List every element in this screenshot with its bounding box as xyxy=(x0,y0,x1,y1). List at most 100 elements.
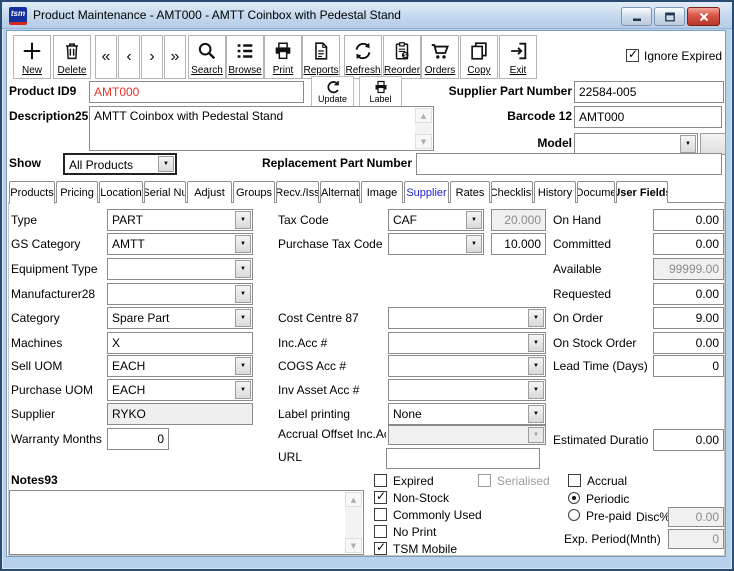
inv-asset-acc-select[interactable]: ▼ xyxy=(388,379,546,401)
on-order-input[interactable]: 9.00 xyxy=(653,307,724,329)
reorder-button[interactable]: $ Reorder xyxy=(383,35,421,79)
notes-scrollbar[interactable]: ▲ ▼ xyxy=(345,492,362,553)
print-button[interactable]: Print xyxy=(264,35,302,79)
barcode-input[interactable]: AMT000 xyxy=(574,106,722,128)
warranty-months-input[interactable]: 0 xyxy=(107,428,169,450)
commonly-used-checkbox[interactable] xyxy=(374,508,387,521)
committed-input[interactable]: 0.00 xyxy=(653,233,724,255)
dropdown-arrow-icon[interactable]: ▼ xyxy=(466,211,482,229)
replacement-part-input[interactable] xyxy=(416,153,722,175)
non-stock-checkbox[interactable]: ✓ xyxy=(374,491,387,504)
reports-button[interactable]: Reports xyxy=(302,35,340,79)
copy-button[interactable]: Copy xyxy=(460,35,498,79)
dropdown-arrow-icon[interactable]: ▼ xyxy=(235,211,251,229)
tab-image[interactable]: Image xyxy=(361,181,403,203)
cogs-acc-select[interactable]: ▼ xyxy=(388,355,546,377)
purchase-tax-rate-input[interactable]: 10.000 xyxy=(491,233,546,255)
tab-adjust[interactable]: Adjust xyxy=(187,181,232,203)
on-hand-input[interactable]: 0.00 xyxy=(653,209,724,231)
browse-button[interactable]: Browse xyxy=(226,35,264,79)
manufacturer-select[interactable]: ▼ xyxy=(107,283,253,305)
next-record-button[interactable]: › xyxy=(141,35,163,79)
tab-documents[interactable]: Docume xyxy=(577,181,615,203)
sell-uom-select[interactable]: EACH▼ xyxy=(107,355,253,377)
tab-recv-iss[interactable]: Recv./Iss xyxy=(276,181,319,203)
first-record-button[interactable]: « xyxy=(95,35,117,79)
tsm-mobile-checkbox[interactable]: ✓ xyxy=(374,542,387,555)
label-printing-select[interactable]: None▼ xyxy=(388,403,546,425)
tab-history[interactable]: History xyxy=(534,181,576,203)
lead-time-input[interactable]: 0 xyxy=(653,355,724,377)
dropdown-arrow-icon[interactable]: ▼ xyxy=(528,309,544,327)
gs-category-select[interactable]: AMTT▼ xyxy=(107,233,253,255)
exit-button[interactable]: Exit xyxy=(499,35,537,79)
tab-location[interactable]: Location xyxy=(99,181,143,203)
dropdown-arrow-icon[interactable]: ▼ xyxy=(528,405,544,423)
accrual-checkbox[interactable] xyxy=(568,474,581,487)
label-button[interactable]: Label xyxy=(359,76,402,107)
equipment-type-select[interactable]: ▼ xyxy=(107,258,253,280)
tab-supplier[interactable]: Supplier xyxy=(404,181,449,203)
model-browse-button[interactable] xyxy=(700,133,726,155)
show-select[interactable]: All Products ▼ xyxy=(63,153,177,175)
title-bar[interactable]: tsm Product Maintenance - AMT000 - AMTT … xyxy=(2,2,732,29)
orders-button[interactable]: Orders xyxy=(421,35,459,79)
minimize-button[interactable] xyxy=(621,7,652,26)
requested-input[interactable]: 0.00 xyxy=(653,283,724,305)
model-select[interactable]: ▼ xyxy=(574,133,698,155)
dropdown-arrow-icon[interactable]: ▼ xyxy=(466,235,482,253)
ignore-expired-checkbox[interactable]: ✓ xyxy=(626,49,639,62)
dropdown-arrow-icon[interactable]: ▼ xyxy=(235,357,251,375)
dropdown-arrow-icon[interactable]: ▼ xyxy=(528,334,544,352)
tab-serial-numbers[interactable]: Serial Nu xyxy=(144,181,186,203)
url-input[interactable] xyxy=(386,448,540,469)
dropdown-arrow-icon[interactable]: ▼ xyxy=(235,285,251,303)
prepaid-radio[interactable] xyxy=(568,509,580,521)
purchase-tax-code-label: Purchase Tax Code xyxy=(278,233,383,255)
last-record-button[interactable]: » xyxy=(164,35,186,79)
dropdown-arrow-icon[interactable]: ▼ xyxy=(528,381,544,399)
supplier-part-input[interactable]: 22584-005 xyxy=(574,81,724,103)
cost-centre-select[interactable]: ▼ xyxy=(388,307,546,329)
on-stock-order-input[interactable]: 0.00 xyxy=(653,332,724,354)
tab-rates[interactable]: Rates xyxy=(450,181,490,203)
close-button[interactable] xyxy=(687,7,720,26)
tab-groups[interactable]: Groups xyxy=(233,181,275,203)
notes-textarea[interactable]: ▲ ▼ xyxy=(9,490,364,555)
dropdown-arrow-icon[interactable]: ▼ xyxy=(235,260,251,278)
update-button[interactable]: Update xyxy=(311,76,354,107)
product-id-input[interactable]: AMT000 xyxy=(89,81,304,103)
check-mark: ✓ xyxy=(376,489,386,503)
no-print-checkbox[interactable] xyxy=(374,525,387,538)
category-select[interactable]: Spare Part▼ xyxy=(107,307,253,329)
previous-record-button[interactable]: ‹ xyxy=(118,35,140,79)
scroll-up-icon[interactable]: ▲ xyxy=(345,492,362,507)
tab-user-fields[interactable]: User Fields xyxy=(616,181,668,203)
estimated-duration-input[interactable]: 0.00 xyxy=(653,429,724,451)
purchase-uom-select[interactable]: EACH▼ xyxy=(107,379,253,401)
dropdown-arrow-icon[interactable]: ▼ xyxy=(680,135,696,153)
dropdown-arrow-icon[interactable]: ▼ xyxy=(235,309,251,327)
inc-acc-select[interactable]: ▼ xyxy=(388,332,546,354)
tab-products[interactable]: Products xyxy=(9,181,55,204)
tab-alternate[interactable]: Alternat xyxy=(320,181,360,203)
description-textarea[interactable]: AMTT Coinbox with Pedestal Stand ▲ ▼ xyxy=(89,106,434,151)
expired-checkbox[interactable] xyxy=(374,474,387,487)
refresh-button[interactable]: Refresh xyxy=(344,35,382,79)
dropdown-arrow-icon[interactable]: ▼ xyxy=(158,156,174,172)
dropdown-arrow-icon[interactable]: ▼ xyxy=(235,235,251,253)
tab-pricing[interactable]: Pricing xyxy=(56,181,98,203)
dropdown-arrow-icon[interactable]: ▼ xyxy=(528,357,544,375)
periodic-radio[interactable] xyxy=(568,492,580,504)
type-select[interactable]: PART▼ xyxy=(107,209,253,231)
tab-checklist[interactable]: Checklist xyxy=(491,181,533,203)
machines-input[interactable]: X xyxy=(107,332,253,354)
maximize-button[interactable] xyxy=(654,7,685,26)
purchase-tax-code-select[interactable]: ▼ xyxy=(388,233,484,255)
dropdown-arrow-icon[interactable]: ▼ xyxy=(235,381,251,399)
new-button[interactable]: New xyxy=(13,35,51,79)
scroll-down-icon[interactable]: ▼ xyxy=(345,538,362,553)
search-button[interactable]: Search xyxy=(188,35,226,79)
tax-code-select[interactable]: CAF▼ xyxy=(388,209,484,231)
delete-button[interactable]: Delete xyxy=(53,35,91,79)
